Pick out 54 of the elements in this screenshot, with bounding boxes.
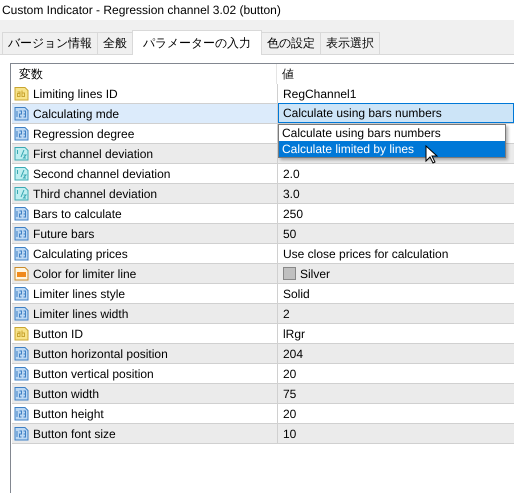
parameter-value: Solid [283,286,310,300]
parameter-name: Button ID [33,326,84,340]
parameter-value: 204 [283,346,304,360]
table-row[interactable]: Button height 20 [12,404,514,424]
parameter-name: Limiter lines width [33,306,128,320]
table-row[interactable]: Button ID lRgr [12,324,514,344]
parameter-value: Silver [300,266,330,280]
parameter-name: Color for limiter line [33,266,136,280]
table-row[interactable]: Limiter lines width 2 [12,304,514,324]
parameter-value: lRgr [283,326,306,340]
table-row[interactable]: Button width 75 [12,384,514,404]
tab[interactable]: パラメーターの入力 [132,30,262,55]
table-row[interactable]: Second channel deviation 2.0 [12,164,514,184]
parameter-name: Button width [33,386,100,400]
table-row[interactable]: Color for limiter line Silver [12,264,514,284]
table-row[interactable]: Third channel deviation 3.0 [12,184,514,204]
parameter-name: Calculating prices [33,246,128,260]
parameter-name: Regression degree [33,126,134,140]
parameter-value: 50 [283,226,296,240]
table-row[interactable]: Future bars 50 [12,224,514,244]
parameter-name: First channel deviation [33,146,154,160]
parameter-name: Limiter lines style [33,286,126,300]
table-row[interactable]: Calculating prices Use close prices for calculation [12,244,514,264]
parameter-name: Button horizontal position [33,346,168,360]
dropdown-option[interactable]: Calculate using bars numbers [279,125,505,141]
table-row[interactable]: Button font size 10 [12,424,514,444]
column-header[interactable]: 値 [277,64,514,84]
parameter-value: 20 [283,406,296,420]
parameter-name: Bars to calculate [33,206,122,220]
parameter-name: Future bars [33,226,94,240]
table-row[interactable]: Button horizontal position 204 [12,344,514,364]
parameter-value: Use close prices for calculation [283,246,448,260]
parameter-value: 2.0 [283,166,300,180]
parameter-name: Third channel deviation [33,186,158,200]
table-row[interactable]: Button vertical position 20 [12,364,514,384]
tab[interactable]: 表示選択 [320,32,380,54]
parameter-value: 10 [283,426,296,440]
parameter-value: 250 [283,206,304,220]
parameter-value: 2 [283,306,290,320]
window-title: Custom Indicator - Regression channel 3.02 (button) [1,2,282,19]
parameter-name: Button vertical position [33,366,154,380]
table-row[interactable]: Limiter lines style Solid [12,284,514,304]
parameter-name: Button font size [33,426,116,440]
parameter-value: 20 [283,366,296,380]
table-row[interactable]: Bars to calculate 250 [12,204,514,224]
parameter-value: 75 [283,386,296,400]
parameter-value: 3.0 [283,186,300,200]
dropdown-option[interactable]: Calculate limited by lines [279,141,505,157]
parameter-name: Limiting lines ID [33,86,118,100]
parameter-name: Calculating mde [33,106,120,120]
tab[interactable]: バージョン情報 [2,32,98,54]
parameter-name: Second channel deviation [33,166,170,180]
parameter-name: Button height [33,406,104,420]
parameter-value: RegChannel1 [283,86,356,100]
